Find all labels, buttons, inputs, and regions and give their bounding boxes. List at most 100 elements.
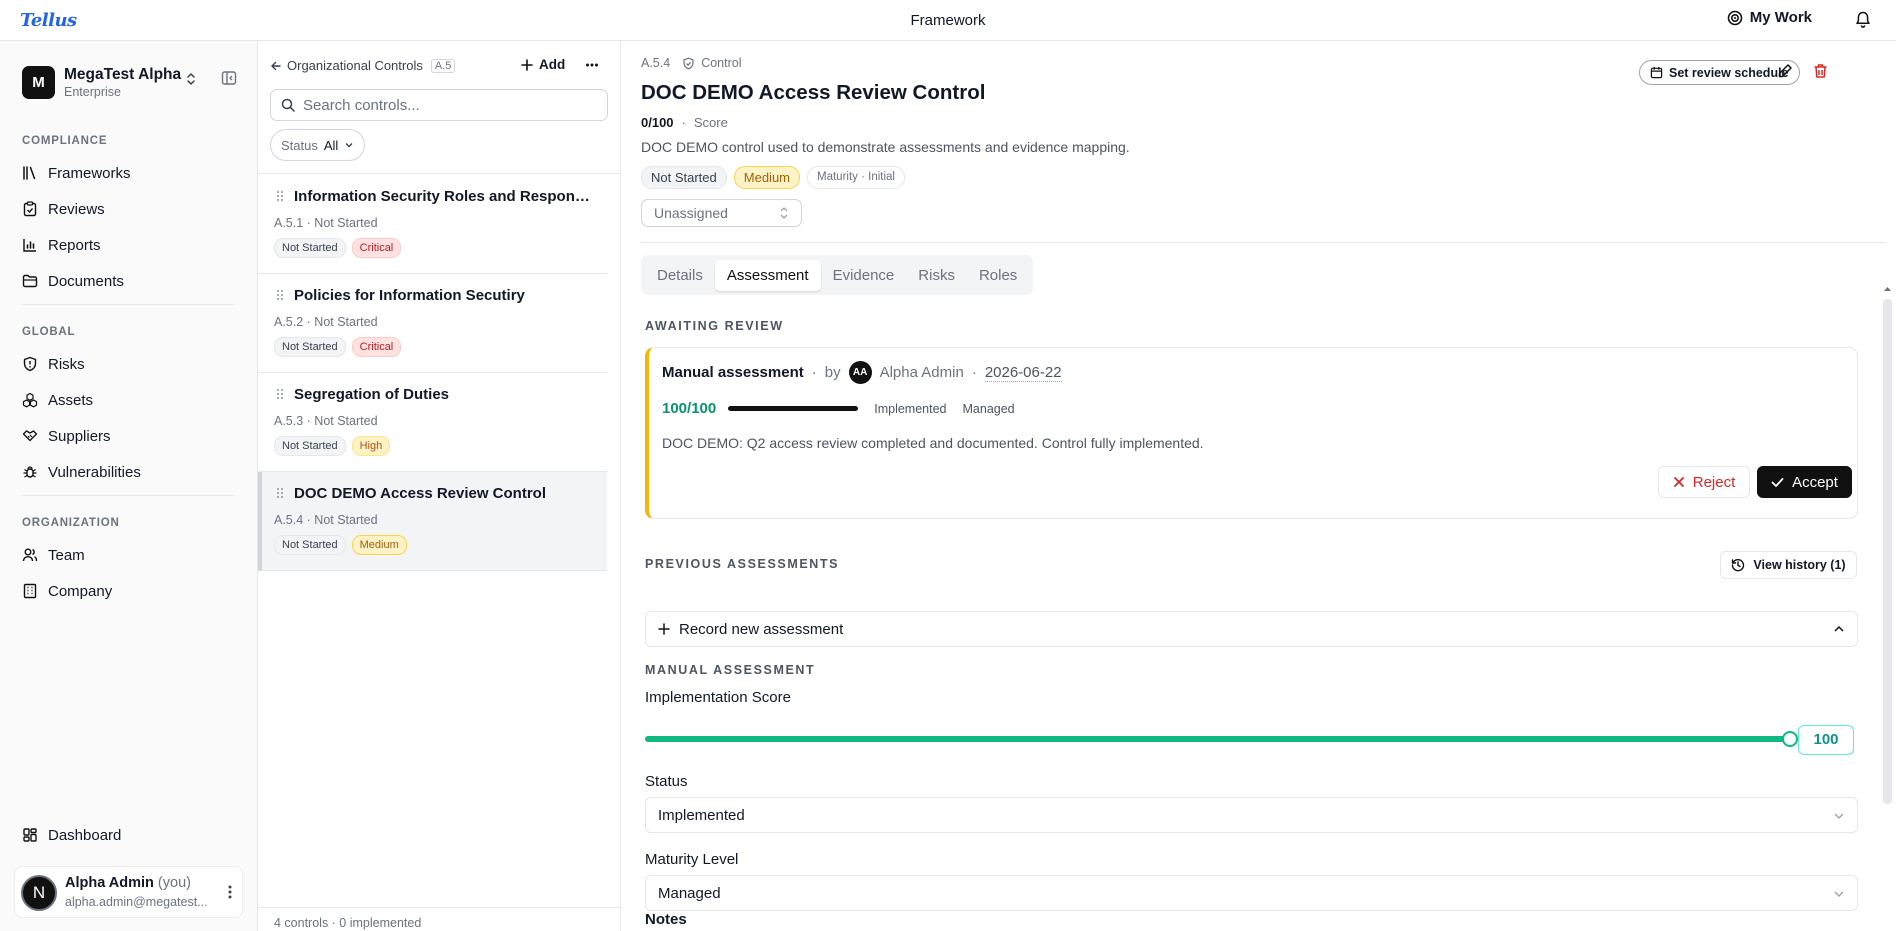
- org-plan: Enterprise: [64, 84, 121, 99]
- status-badge: Not Started: [274, 238, 346, 258]
- drag-handle-icon[interactable]: [276, 487, 284, 499]
- control-meta: A.5.3 · Not Started: [274, 414, 378, 428]
- status-select[interactable]: Implemented: [645, 797, 1858, 833]
- my-work-button[interactable]: My Work: [1727, 9, 1812, 26]
- calendar-icon: [1650, 66, 1663, 79]
- scroll-up-arrow-icon[interactable]: [1883, 285, 1892, 293]
- drag-handle-icon[interactable]: [276, 190, 284, 202]
- control-title: Policies for Information Secutiry: [294, 287, 525, 304]
- add-control-button[interactable]: Add: [521, 57, 565, 72]
- x-icon: [1673, 477, 1684, 487]
- separator: ·: [971, 364, 977, 381]
- tab-roles[interactable]: Roles: [967, 260, 1029, 291]
- back-to-section-link[interactable]: Organizational Controls A.5: [270, 58, 456, 73]
- control-title: DOC DEMO Access Review Control: [294, 485, 547, 502]
- plus-icon: [521, 58, 533, 71]
- status-filter-value: All: [323, 137, 339, 153]
- notifications-bell-icon[interactable]: [1855, 11, 1871, 29]
- collapse-sidebar-icon[interactable]: [221, 70, 237, 86]
- maturity-level-select[interactable]: Managed: [645, 875, 1858, 911]
- sidebar-item-label: Suppliers: [48, 427, 111, 445]
- chevrons-up-down-icon[interactable]: [185, 71, 197, 87]
- section-ref-tag: A.5: [430, 58, 456, 73]
- status-select-value: Implemented: [658, 806, 745, 824]
- add-label: Add: [539, 57, 566, 72]
- status-badge: Not Started: [274, 535, 346, 555]
- set-review-schedule-button[interactable]: Set review schedule: [1639, 60, 1800, 85]
- assessment-score: 100/100: [662, 400, 717, 417]
- more-horizontal-icon[interactable]: [585, 58, 599, 72]
- view-history-button[interactable]: View history (1): [1720, 551, 1857, 579]
- tab-assessment[interactable]: Assessment: [714, 259, 821, 291]
- drag-handle-icon[interactable]: [276, 388, 284, 400]
- record-new-assessment-toggle[interactable]: Record new assessment: [645, 611, 1858, 647]
- sidebar-item-company[interactable]: Company: [22, 577, 236, 605]
- sidebar-item-documents[interactable]: Documents: [22, 267, 236, 295]
- my-work-label: My Work: [1749, 9, 1812, 26]
- assignee-select[interactable]: Unassigned: [641, 199, 802, 227]
- drag-handle-icon[interactable]: [276, 289, 284, 301]
- reject-button[interactable]: Reject: [1658, 466, 1750, 498]
- user-menu[interactable]: N Alpha Admin (you) alpha.admin@megatest…: [14, 866, 243, 918]
- search-input[interactable]: [303, 96, 593, 114]
- sidebar-item-label: Vulnerabilities: [48, 463, 141, 481]
- awaiting-review-heading: AWAITING REVIEW: [645, 319, 784, 333]
- status-badge: Not Started: [274, 337, 346, 357]
- reviews-icon: [23, 201, 37, 217]
- slider-thumb[interactable]: [1782, 731, 1798, 747]
- control-list-item[interactable]: Policies for Information Secutiry A.5.2 …: [258, 274, 607, 373]
- accept-button[interactable]: Accept: [1757, 466, 1852, 498]
- more-vertical-icon[interactable]: [228, 885, 232, 899]
- reports-icon: [23, 239, 36, 252]
- sidebar-item-team[interactable]: Team: [22, 541, 236, 569]
- sidebar-item-reports[interactable]: Reports: [22, 231, 236, 259]
- user-name-text: Alpha Admin: [65, 875, 154, 891]
- detail-tabs: Details Assessment Evidence Risks Roles: [641, 255, 1034, 295]
- building-icon: [23, 583, 37, 599]
- chevrons-up-down-icon: [780, 207, 788, 219]
- control-list-item-selected[interactable]: DOC DEMO Access Review Control A.5.4 · N…: [258, 472, 607, 571]
- score-label: Score: [693, 115, 728, 130]
- maturity-level-label: Maturity Level: [645, 851, 739, 868]
- control-score: 0/100 · Score: [641, 115, 728, 130]
- status-filter-dropdown[interactable]: Status All: [270, 129, 366, 161]
- control-list-item[interactable]: Segregation of Duties A.5.3 · Not Starte…: [258, 373, 607, 472]
- user-email: alpha.admin@megatest...: [65, 895, 208, 909]
- tab-details[interactable]: Details: [645, 260, 715, 291]
- shield-check-icon: [683, 57, 694, 69]
- shield-icon: [23, 356, 37, 372]
- assessment-status: Implemented: [874, 401, 947, 416]
- manual-assessment-heading: MANUAL ASSESSMENT: [645, 663, 816, 677]
- top-bar: Tellus Framework My Work: [0, 0, 1896, 41]
- org-switcher[interactable]: M MegaTest Alpha Enterprise: [22, 63, 244, 101]
- pending-review-card: Manual assessment · by AA Alpha Admin · …: [645, 347, 1858, 519]
- sidebar-item-suppliers[interactable]: Suppliers: [22, 422, 236, 450]
- control-list-item[interactable]: Information Security Roles and Responsib…: [258, 175, 607, 274]
- tab-risks[interactable]: Risks: [906, 260, 967, 291]
- sidebar-item-reviews[interactable]: Reviews: [22, 195, 236, 223]
- previous-assessments-heading: PREVIOUS ASSESSMENTS: [645, 557, 840, 571]
- sidebar-item-label: Documents: [48, 272, 124, 290]
- score-progress-fill: [728, 406, 859, 411]
- implementation-score-slider[interactable]: [645, 728, 1798, 750]
- sidebar-item-assets[interactable]: Assets: [22, 386, 236, 414]
- sidebar-item-dashboard[interactable]: Dashboard: [22, 821, 236, 849]
- tab-evidence[interactable]: Evidence: [821, 260, 907, 291]
- delete-trash-icon[interactable]: [1813, 63, 1828, 79]
- edit-pencil-icon[interactable]: [1777, 63, 1793, 79]
- section-global: GLOBAL: [22, 326, 76, 338]
- sidebar-item-vulnerabilities[interactable]: Vulnerabilities: [22, 458, 236, 486]
- assessment-type: Manual assessment: [662, 364, 804, 381]
- maturity-select-value: Managed: [658, 884, 721, 902]
- sidebar: M MegaTest Alpha Enterprise COMPLIANCE F…: [0, 41, 258, 931]
- maturity-badge: Maturity · Initial: [807, 166, 905, 189]
- scrollbar[interactable]: [1883, 299, 1892, 804]
- sidebar-item-frameworks[interactable]: Frameworks: [22, 159, 236, 187]
- sidebar-item-risks[interactable]: Risks: [22, 350, 236, 378]
- sidebar-item-label: Reports: [48, 236, 101, 254]
- controls-summary: 4 controls · 0 implemented: [274, 916, 422, 930]
- notes-label: Notes: [645, 911, 687, 928]
- record-new-label: Record new assessment: [679, 620, 844, 638]
- chevron-down-icon: [345, 143, 353, 148]
- implementation-score-input[interactable]: 100: [1798, 725, 1854, 755]
